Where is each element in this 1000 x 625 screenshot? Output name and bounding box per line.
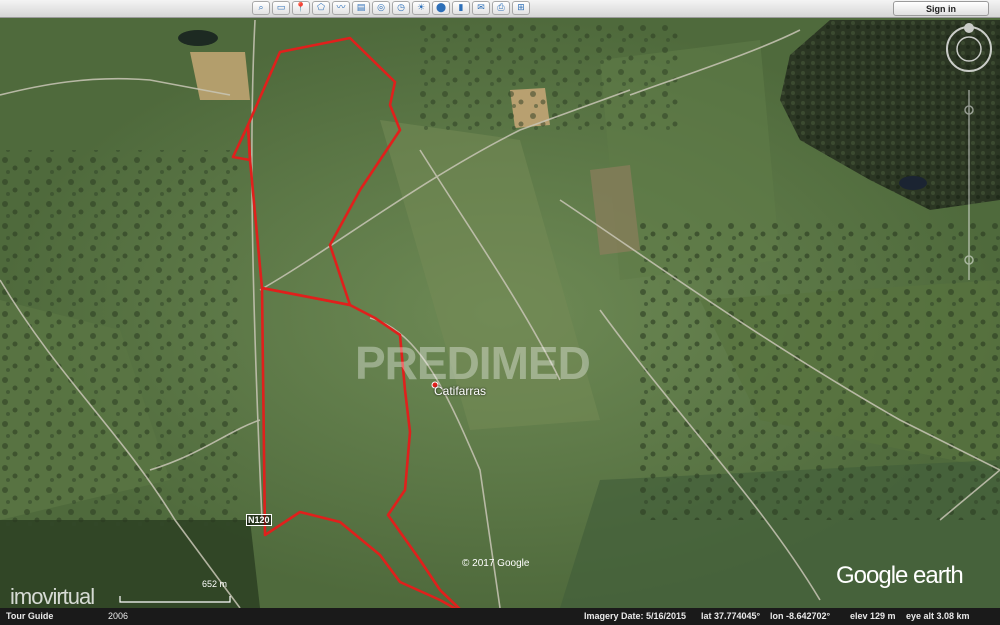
satellite-imagery[interactable] <box>0 18 1000 608</box>
sidebar-icon[interactable]: ▭ <box>272 1 290 15</box>
planets-icon[interactable]: ⬤ <box>432 1 450 15</box>
historical-imagery-icon[interactable]: ◷ <box>392 1 410 15</box>
latitude-readout: lat 37.774045° <box>701 611 761 621</box>
toolbar-tools: ⌕ ▭ 📍 ⬠ 〰 ▤ ◎ ◷ ☀ ⬤ ▮ ✉ ⎙ ⊞ <box>252 1 530 16</box>
historical-imagery-year[interactable]: 2006 <box>108 611 128 621</box>
longitude-readout: lon -8.642702° <box>770 611 831 621</box>
magnifier-icon[interactable]: ⌕ <box>252 1 270 15</box>
eye-altitude-readout: eye alt 3.08 km <box>906 611 970 621</box>
imovirtual-logo: imovirtual <box>10 584 95 608</box>
copyright-label: © 2017 Google <box>462 558 530 569</box>
earth-map-view[interactable]: PREDIMED Catifarras N120 © 2017 Google 6… <box>0 18 1000 608</box>
tour-icon[interactable]: ◎ <box>372 1 390 15</box>
polygon-icon[interactable]: ⬠ <box>312 1 330 15</box>
placemark-icon[interactable]: 📍 <box>292 1 310 15</box>
scale-label: 652 m <box>202 579 228 589</box>
google-earth-logo: Google earth <box>836 562 964 589</box>
place-label[interactable]: Catifarras <box>434 384 486 398</box>
imagery-date: Imagery Date: 5/16/2015 <box>584 611 687 621</box>
toolbar: ⌕ ▭ 📍 ⬠ 〰 ▤ ◎ ◷ ☀ ⬤ ▮ ✉ ⎙ ⊞ Sign in <box>0 0 1000 18</box>
email-icon[interactable]: ✉ <box>472 1 490 15</box>
print-icon[interactable]: ⎙ <box>492 1 510 15</box>
watermark: PREDIMED <box>355 337 591 389</box>
road-label: N120 <box>246 514 272 526</box>
sign-in-button[interactable]: Sign in <box>893 1 989 16</box>
status-bar: Tour Guide 2006 Imagery Date: 5/16/2015 … <box>0 608 1000 625</box>
overlay-icon[interactable]: ▤ <box>352 1 370 15</box>
elevation-readout: elev 129 m <box>850 611 896 621</box>
tour-guide-button[interactable]: Tour Guide <box>6 611 53 621</box>
path-icon[interactable]: 〰 <box>332 1 350 15</box>
sunlight-icon[interactable]: ☀ <box>412 1 430 15</box>
maps-icon[interactable]: ⊞ <box>512 1 530 15</box>
ruler-icon[interactable]: ▮ <box>452 1 470 15</box>
